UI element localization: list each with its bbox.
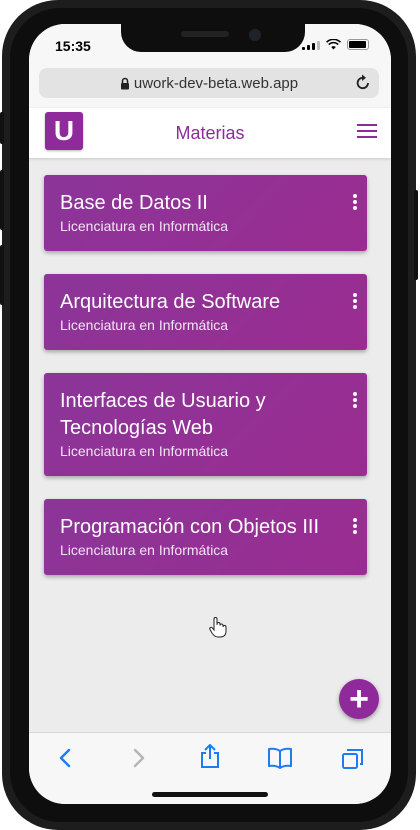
hamburger-menu-icon[interactable]	[357, 124, 377, 140]
app-header: U Materias	[29, 108, 391, 158]
url-text: uwork-dev-beta.web.app	[133, 74, 299, 92]
subject-name: Arquitectura de Software	[60, 291, 281, 313]
status-time: 15:35	[55, 38, 91, 54]
subject-career: Licenciatura en Informática	[60, 317, 229, 333]
battery-icon	[347, 39, 369, 50]
bookmarks-icon[interactable]	[267, 747, 293, 769]
signal-icon	[302, 40, 320, 50]
subject-career: Licenciatura en Informática	[60, 443, 229, 459]
status-icons	[302, 39, 369, 50]
more-vert-icon[interactable]	[353, 392, 357, 410]
forward-icon[interactable]	[127, 747, 149, 769]
back-icon[interactable]	[55, 747, 77, 769]
subject-name: Programación con Objetos III	[60, 516, 320, 538]
mute-switch	[0, 112, 4, 144]
phone-notch	[121, 24, 305, 52]
volume-up-button	[0, 170, 4, 230]
address-bar[interactable]: uwork-dev-beta.web.app	[39, 68, 379, 98]
add-subject-button[interactable]: +	[339, 679, 379, 719]
add-icon: +	[349, 680, 369, 718]
volume-down-button	[0, 245, 4, 305]
share-icon[interactable]	[199, 743, 221, 769]
browser-address-area: uwork-dev-beta.web.app	[29, 68, 391, 108]
wifi-icon	[326, 39, 341, 50]
subject-name: Base de Datos II	[60, 192, 208, 214]
front-camera	[249, 29, 261, 41]
phone-screen: 15:35 uwork-dev-beta.web.app U Materias …	[29, 24, 391, 804]
subject-list: Base de Datos II Licenciatura en Informá…	[44, 175, 368, 598]
more-vert-icon[interactable]	[353, 293, 357, 311]
reload-icon[interactable]	[355, 74, 371, 91]
subject-career: Licenciatura en Informática	[60, 218, 229, 234]
page-title: Materias	[175, 123, 245, 143]
speaker-grille	[181, 31, 229, 37]
subject-card[interactable]: Base de Datos II Licenciatura en Informá…	[44, 175, 367, 251]
subject-name: Interfaces de Usuario y Tecnologías Web	[60, 390, 266, 439]
subject-card[interactable]: Interfaces de Usuario y Tecnologías Web …	[44, 373, 367, 476]
hand-cursor-icon	[209, 617, 227, 638]
home-indicator	[152, 792, 268, 797]
lock-icon	[120, 77, 129, 89]
subject-career: Licenciatura en Informática	[60, 542, 229, 558]
more-vert-icon[interactable]	[353, 518, 357, 536]
subject-card[interactable]: Programación con Objetos III Licenciatur…	[44, 499, 367, 575]
power-button	[414, 190, 418, 280]
tabs-icon[interactable]	[341, 747, 365, 771]
subject-card[interactable]: Arquitectura de Software Licenciatura en…	[44, 274, 367, 350]
more-vert-icon[interactable]	[353, 194, 357, 212]
